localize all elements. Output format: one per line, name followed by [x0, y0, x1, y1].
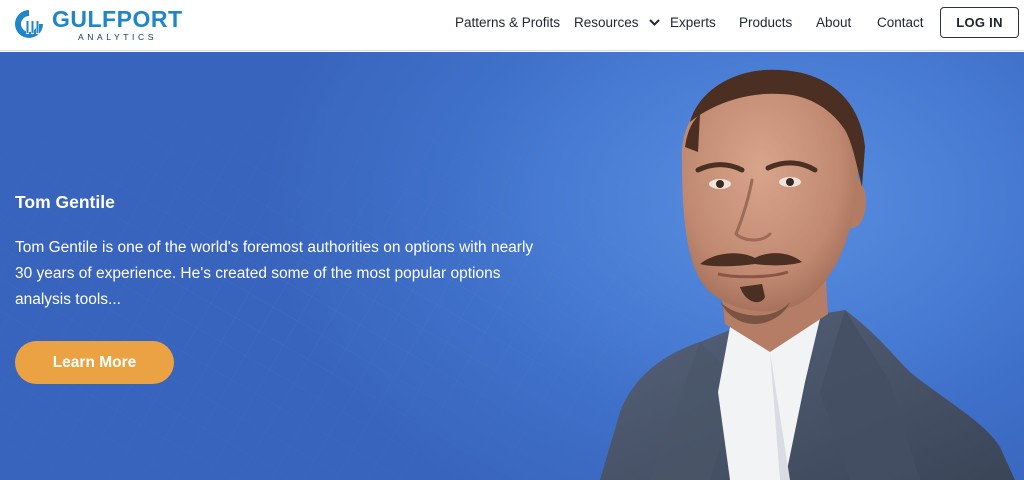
gulfport-logo-icon: [15, 10, 43, 38]
brand-tagline: ANALYTICS: [78, 32, 158, 42]
nav-experts[interactable]: Experts: [670, 14, 716, 32]
brand-name: GULFPORT: [52, 6, 183, 32]
nav-about[interactable]: About: [816, 14, 851, 32]
learn-more-button[interactable]: Learn More: [15, 341, 174, 384]
expert-portrait-image: [600, 69, 1015, 480]
login-button[interactable]: LOG IN: [940, 7, 1019, 38]
nav-resources[interactable]: Resources: [574, 14, 661, 32]
expert-name: Tom Gentile: [15, 192, 115, 212]
hero-banner: Tom Gentile Tom Gentile is one of the wo…: [0, 52, 1024, 480]
expert-description: Tom Gentile is one of the world's foremo…: [15, 239, 534, 308]
nav-resources-label: Resources: [574, 15, 639, 30]
nav-patterns-profits[interactable]: Patterns & Profits: [455, 14, 560, 32]
brand-logo[interactable]: GULFPORT ANALYTICS: [14, 6, 210, 44]
nav-contact[interactable]: Contact: [877, 14, 924, 32]
site-header: GULFPORT ANALYTICS Patterns & Profits Re…: [0, 0, 1024, 51]
chevron-down-icon: [649, 19, 661, 26]
nav-products[interactable]: Products: [739, 14, 792, 32]
